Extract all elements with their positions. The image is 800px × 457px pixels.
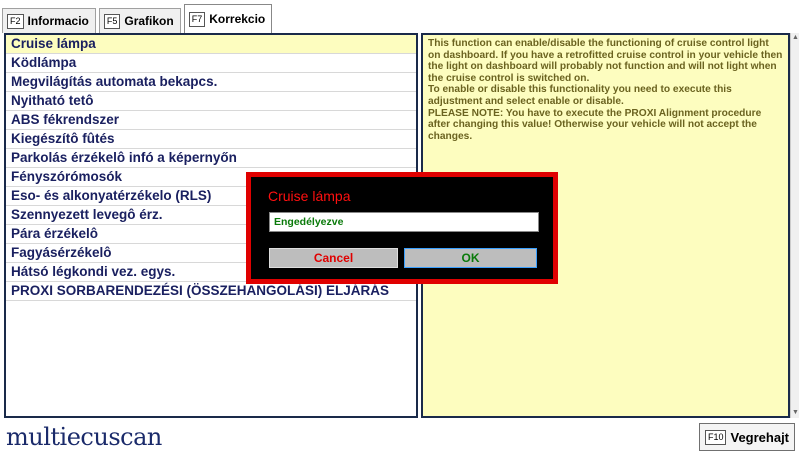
value-select[interactable]: Engedélyezve — [269, 212, 539, 232]
scroll-down-icon[interactable]: ▼ — [791, 408, 800, 418]
value-dialog: Cruise lámpa Engedélyezve Cancel OK — [246, 172, 558, 284]
tab-label: Informacio — [27, 14, 89, 28]
list-item[interactable]: Ködlámpa — [6, 54, 416, 73]
list-item[interactable]: Nyitható tetô — [6, 92, 416, 111]
tab-informacio[interactable]: F2 Informacio — [2, 8, 96, 33]
tab-label: Grafikon — [124, 14, 174, 28]
list-item[interactable]: Parkolás érzékelô infó a képernyőn — [6, 149, 416, 168]
dialog-title: Cruise lámpa — [268, 188, 351, 204]
list-item[interactable]: Cruise lámpa — [6, 35, 416, 54]
list-item[interactable]: Megvilágítás automata bekapcs. — [6, 73, 416, 92]
tab-grafikon[interactable]: F5 Grafikon — [98, 8, 181, 33]
tab-bar: F2 Informacio F5 Grafikon F7 Korrekcio — [2, 4, 275, 33]
execute-button[interactable]: F10 Vegrehajt — [699, 423, 795, 451]
list-item[interactable]: PROXI SORBARENDEZÉSI (ÖSSZEHANGOLÁSI) EL… — [6, 282, 416, 301]
key-f2: F2 — [7, 13, 24, 29]
execute-label: Vegrehajt — [730, 429, 790, 445]
scroll-up-icon[interactable]: ▲ — [791, 33, 800, 43]
key-f5: F5 — [103, 13, 121, 29]
key-f7: F7 — [188, 11, 206, 27]
key-f10: F10 — [704, 429, 727, 445]
cancel-button[interactable]: Cancel — [269, 248, 398, 268]
app-logo: multiecuscan — [6, 423, 162, 451]
list-item[interactable]: Kiegészítô fûtés — [6, 130, 416, 149]
ok-button[interactable]: OK — [404, 248, 537, 268]
list-item[interactable]: ABS fékrendszer — [6, 111, 416, 130]
tab-label: Korrekcio — [209, 12, 266, 26]
tab-korrekcio[interactable]: F7 Korrekcio — [183, 4, 273, 33]
description-scrollbar[interactable]: ▲ ▼ — [790, 33, 799, 418]
